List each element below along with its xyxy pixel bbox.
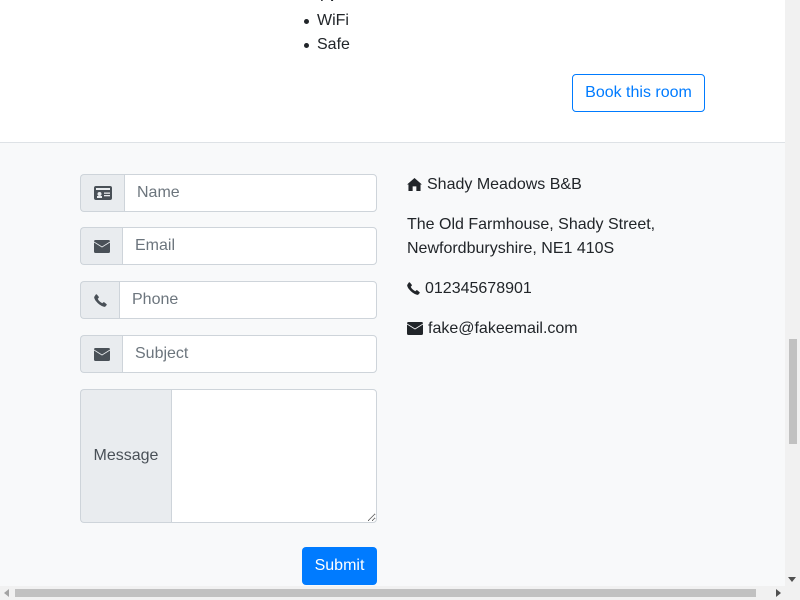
- vertical-scrollbar[interactable]: [785, 0, 800, 586]
- phone-icon: [407, 279, 420, 303]
- scroll-down-arrow-icon[interactable]: [788, 577, 796, 582]
- home-icon: [407, 175, 422, 199]
- address-line-2: Newfordburyshire, NE1 410S: [407, 240, 615, 257]
- name-input-group: [80, 174, 377, 212]
- message-textarea[interactable]: [171, 389, 377, 523]
- book-room-button[interactable]: Book this room: [572, 74, 705, 112]
- email-address: fake@fakeemail.com: [428, 320, 578, 337]
- address-line-1: The Old Farmhouse, Shady Street,: [407, 216, 656, 233]
- business-name: Shady Meadows B&B: [427, 176, 582, 193]
- address: The Old Farmhouse, Shady Street, Newford…: [407, 213, 655, 261]
- phone-row: 012345678901: [407, 277, 532, 303]
- business-name-row: Shady Meadows B&B: [407, 173, 582, 199]
- phone-icon: [80, 281, 119, 319]
- email-input-group: [80, 227, 377, 265]
- id-card-icon: [80, 174, 124, 212]
- subject-input-group: [80, 335, 377, 373]
- submit-button[interactable]: Submit: [302, 547, 377, 585]
- amenity-item: TV: [317, 0, 350, 9]
- horizontal-scrollbar[interactable]: [0, 586, 800, 600]
- phone-input-group: [80, 281, 377, 319]
- phone-number: 012345678901: [425, 280, 532, 297]
- scroll-right-arrow-icon[interactable]: [776, 589, 781, 597]
- envelope-icon: [80, 335, 122, 373]
- name-input[interactable]: [124, 174, 377, 212]
- scroll-left-arrow-icon[interactable]: [4, 589, 9, 597]
- message-label: Message: [80, 389, 171, 523]
- amenity-list: TV WiFi Safe: [304, 0, 350, 57]
- phone-input[interactable]: [119, 281, 377, 319]
- room-details-section: TV WiFi Safe Book this room: [0, 0, 785, 143]
- amenity-item: WiFi: [304, 9, 350, 33]
- vertical-scrollbar-thumb[interactable]: [789, 339, 797, 444]
- envelope-icon: [80, 227, 122, 265]
- horizontal-scrollbar-thumb[interactable]: [15, 589, 756, 597]
- email-input[interactable]: [122, 227, 377, 265]
- envelope-icon: [407, 319, 423, 343]
- email-row: fake@fakeemail.com: [407, 317, 578, 343]
- message-input-group: Message: [80, 389, 377, 523]
- amenity-item: Safe: [304, 33, 350, 57]
- subject-input[interactable]: [122, 335, 377, 373]
